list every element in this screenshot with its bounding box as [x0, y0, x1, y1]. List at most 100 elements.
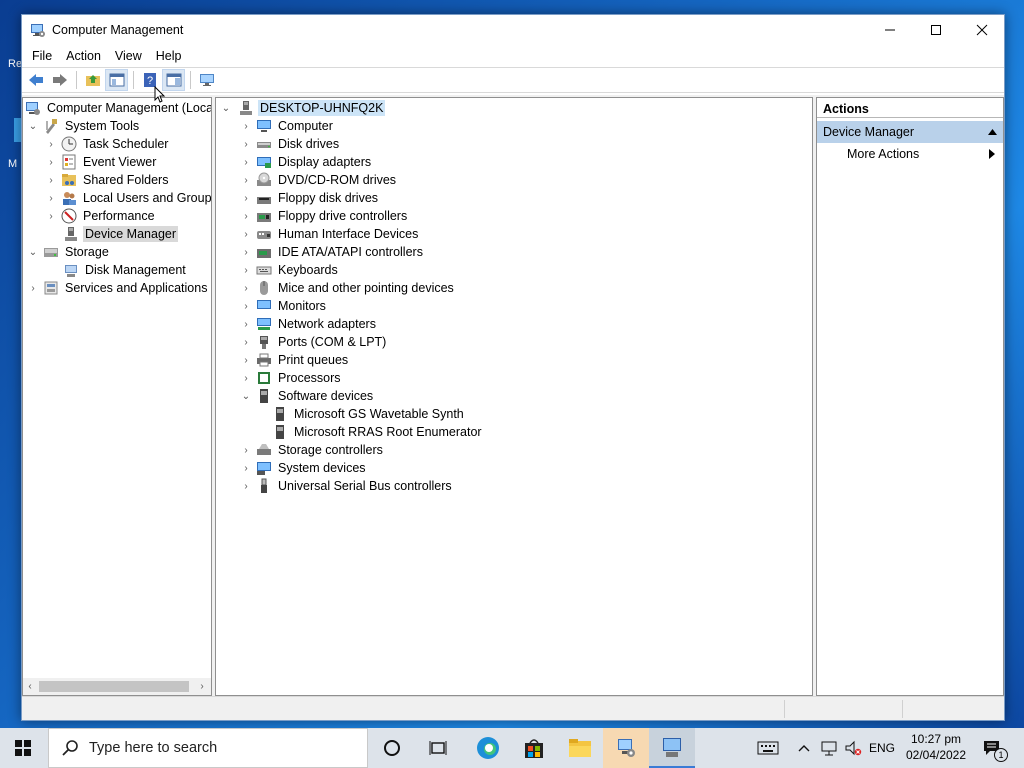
- device-item-display-adapters[interactable]: › Display adapters: [240, 153, 373, 171]
- chevron-down-icon[interactable]: ⌄: [240, 387, 252, 405]
- chevron-right-icon[interactable]: ›: [240, 297, 252, 315]
- device-item-dvd-cdrom-drives[interactable]: › DVD/CD-ROM drives: [240, 171, 398, 189]
- chevron-right-icon[interactable]: ›: [45, 189, 57, 207]
- tree-item-task-scheduler[interactable]: › Task Scheduler: [45, 135, 170, 153]
- chevron-right-icon[interactable]: ›: [240, 135, 252, 153]
- monitor-button[interactable]: [195, 69, 218, 91]
- device-item-human-interface-devices[interactable]: › Human Interface Devices: [240, 225, 420, 243]
- close-button[interactable]: [959, 15, 1005, 45]
- tree-item-local-users[interactable]: › Local Users and Groups: [45, 189, 211, 207]
- chevron-right-icon[interactable]: ›: [240, 243, 252, 261]
- show-hidden-icons-button[interactable]: [794, 728, 814, 768]
- device-item-software-devices[interactable]: ⌄ Software devices: [240, 387, 375, 405]
- tree-label: Storage: [65, 245, 109, 259]
- scroll-thumb[interactable]: [39, 681, 189, 692]
- back-button[interactable]: [24, 69, 47, 91]
- menu-action[interactable]: Action: [59, 49, 108, 63]
- touch-keyboard-button[interactable]: [752, 728, 784, 768]
- minimize-button[interactable]: [867, 15, 913, 45]
- network-tray-button[interactable]: [818, 728, 840, 768]
- chevron-right-icon[interactable]: ›: [240, 207, 252, 225]
- file-explorer-button[interactable]: [557, 728, 603, 768]
- chevron-right-icon[interactable]: ›: [240, 189, 252, 207]
- chevron-right-icon[interactable]: ›: [240, 441, 252, 459]
- edge-browser-button[interactable]: [465, 728, 511, 768]
- device-item-usb-controllers[interactable]: › Universal Serial Bus controllers: [240, 477, 454, 495]
- device-item-microsoft-gs-wavetable-synth[interactable]: Microsoft GS Wavetable Synth: [260, 405, 466, 423]
- more-actions-item[interactable]: More Actions: [817, 143, 1003, 165]
- device-item-microsoft-rras-root-enumerator[interactable]: Microsoft RRAS Root Enumerator: [260, 423, 484, 441]
- device-item-processors[interactable]: › Processors: [240, 369, 343, 387]
- chevron-right-icon[interactable]: ›: [27, 279, 39, 297]
- device-item-floppy-disk-drives[interactable]: › Floppy disk drives: [240, 189, 380, 207]
- start-button[interactable]: [0, 728, 46, 768]
- collapse-up-icon[interactable]: [988, 129, 997, 135]
- chevron-down-icon[interactable]: ⌄: [27, 243, 39, 261]
- menu-view[interactable]: View: [108, 49, 149, 63]
- up-folder-button[interactable]: [81, 69, 104, 91]
- tree-item-disk-management[interactable]: Disk Management: [61, 261, 188, 279]
- system-clock[interactable]: 10:27 pm 02/04/2022: [900, 731, 972, 763]
- show-hide-tree-button[interactable]: [105, 69, 128, 91]
- scroll-right-icon[interactable]: ›: [195, 681, 209, 692]
- chevron-right-icon[interactable]: ›: [240, 153, 252, 171]
- actions-section-device-manager[interactable]: Device Manager: [817, 121, 1003, 143]
- device-root[interactable]: ⌄ DESKTOP-UHNFQ2K: [220, 99, 386, 117]
- device-item-system-devices[interactable]: › System devices: [240, 459, 368, 477]
- device-item-ide-ata-atapi-controllers[interactable]: › IDE ATA/ATAPI controllers: [240, 243, 425, 261]
- volume-tray-button[interactable]: [842, 728, 864, 768]
- device-item-print-queues[interactable]: › Print queues: [240, 351, 350, 369]
- chevron-right-icon[interactable]: ›: [240, 369, 252, 387]
- menu-file[interactable]: File: [25, 49, 59, 63]
- tree-item-performance[interactable]: › Performance: [45, 207, 157, 225]
- chevron-right-icon[interactable]: ›: [45, 135, 57, 153]
- device-item-network-adapters[interactable]: › Network adapters: [240, 315, 378, 333]
- chevron-right-icon[interactable]: ›: [240, 171, 252, 189]
- device-item-monitors[interactable]: › Monitors: [240, 297, 328, 315]
- chevron-right-icon[interactable]: ›: [240, 333, 252, 351]
- chevron-right-icon[interactable]: ›: [240, 279, 252, 297]
- device-item-ports-com-lpt[interactable]: › Ports (COM & LPT): [240, 333, 388, 351]
- device-item-floppy-drive-controllers[interactable]: › Floppy drive controllers: [240, 207, 409, 225]
- device-manager-taskbar-button[interactable]: [649, 728, 695, 768]
- language-indicator[interactable]: ENG: [866, 728, 898, 768]
- chevron-right-icon[interactable]: ›: [240, 351, 252, 369]
- tree-item-system-tools[interactable]: ⌄ System Tools: [27, 117, 141, 135]
- tree-item-root[interactable]: Computer Management (Local: [25, 99, 211, 117]
- horizontal-scrollbar[interactable]: ‹ ›: [23, 678, 211, 695]
- chevron-down-icon[interactable]: ⌄: [27, 117, 39, 135]
- chevron-right-icon[interactable]: ›: [240, 459, 252, 477]
- device-item-keyboards[interactable]: › Keyboards: [240, 261, 340, 279]
- tree-item-services-applications[interactable]: › Services and Applications: [27, 279, 209, 297]
- chevron-right-icon[interactable]: ›: [240, 117, 252, 135]
- desktop-icon-label[interactable]: Re: [8, 58, 22, 70]
- tree-item-shared-folders[interactable]: › Shared Folders: [45, 171, 170, 189]
- chevron-right-icon[interactable]: ›: [45, 207, 57, 225]
- chevron-right-icon[interactable]: ›: [45, 171, 57, 189]
- title-bar[interactable]: Computer Management: [22, 15, 1004, 45]
- desktop-icon-label[interactable]: M: [8, 158, 17, 170]
- notification-center-button[interactable]: 1: [978, 728, 1008, 768]
- chevron-right-icon[interactable]: ›: [240, 225, 252, 243]
- forward-button[interactable]: [48, 69, 71, 91]
- maximize-button[interactable]: [913, 15, 959, 45]
- store-button[interactable]: [511, 728, 557, 768]
- task-view-cortana-button[interactable]: [369, 728, 415, 768]
- device-item-storage-controllers[interactable]: › Storage controllers: [240, 441, 385, 459]
- chevron-right-icon[interactable]: ›: [240, 477, 252, 495]
- computer-management-taskbar-button[interactable]: [603, 728, 649, 768]
- tree-item-device-manager[interactable]: Device Manager: [61, 225, 179, 243]
- chevron-down-icon[interactable]: ⌄: [220, 99, 232, 117]
- scroll-left-icon[interactable]: ‹: [23, 681, 37, 692]
- device-item-mice-pointing-devices[interactable]: › Mice and other pointing devices: [240, 279, 456, 297]
- menu-help[interactable]: Help: [149, 49, 189, 63]
- device-item-disk-drives[interactable]: › Disk drives: [240, 135, 341, 153]
- task-view-button[interactable]: [415, 728, 461, 768]
- chevron-right-icon[interactable]: ›: [240, 315, 252, 333]
- taskbar-search-box[interactable]: Type here to search: [48, 728, 368, 768]
- chevron-right-icon[interactable]: ›: [45, 153, 57, 171]
- tree-item-event-viewer[interactable]: › Event Viewer: [45, 153, 158, 171]
- tree-item-storage[interactable]: ⌄ Storage: [27, 243, 111, 261]
- chevron-right-icon[interactable]: ›: [240, 261, 252, 279]
- device-item-computer[interactable]: › Computer: [240, 117, 335, 135]
